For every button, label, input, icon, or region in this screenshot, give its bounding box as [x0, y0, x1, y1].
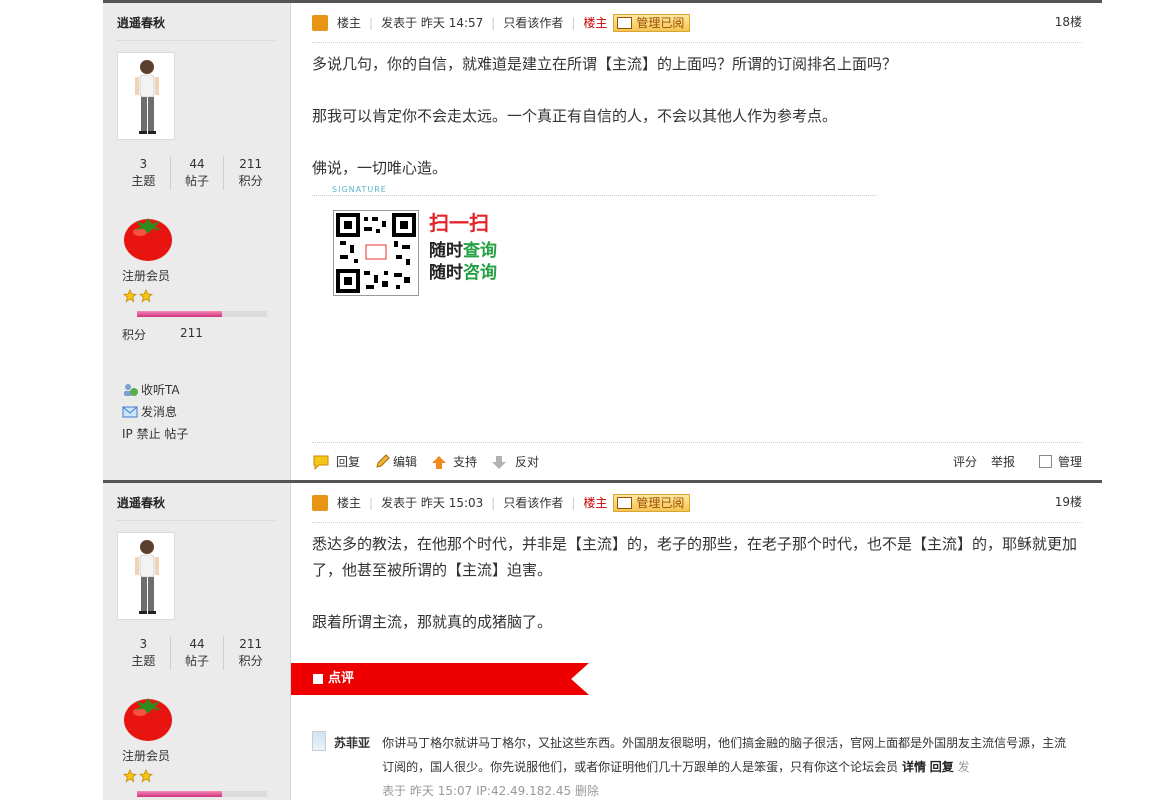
author-stats: 3 主题 44 帖子 211 积分	[117, 156, 277, 190]
post-header: 楼主 | 发表于 昨天 14:57 | 只看该作者 | 楼主 管理已阅 18楼	[312, 3, 1082, 43]
author-name[interactable]: 逍遥春秋	[117, 3, 276, 41]
support-button[interactable]: 支持	[431, 453, 477, 470]
reply-button[interactable]: 回复	[312, 453, 360, 470]
thread: 逍遥春秋 3 主题 44 帖子 211 积分 注册会员 积分 211 收听TA …	[103, 0, 1102, 800]
qr-code-image	[333, 210, 419, 296]
follow-icon	[124, 384, 138, 396]
badge-icon	[617, 496, 633, 509]
only-author-link[interactable]: 只看该作者	[503, 494, 563, 511]
message-link[interactable]: 发消息	[122, 401, 276, 423]
admin-read-badge: 管理已阅	[613, 13, 691, 32]
stat-posts[interactable]: 44 帖子	[171, 156, 225, 190]
square-icon	[313, 674, 323, 684]
level-stars	[123, 769, 276, 783]
star-icon	[139, 289, 153, 303]
post-content: 多说几句，你的自信，就难道是建立在所谓【主流】的上面吗？所谓的订阅排名上面吗？ …	[312, 55, 898, 177]
stat-topics[interactable]: 3 主题	[117, 156, 171, 190]
stat-posts[interactable]: 44 帖子	[171, 636, 225, 670]
floor-number[interactable]: 18楼	[1055, 13, 1082, 30]
pencil-icon	[376, 453, 390, 468]
tomato-icon	[122, 690, 174, 742]
report-link[interactable]: 举报	[991, 453, 1015, 470]
manage-checkbox[interactable]: 管理	[1038, 453, 1082, 470]
author-name[interactable]: 逍遥春秋	[117, 483, 276, 521]
qr-signature: 扫一扫 随时查询 随时咨询	[333, 210, 1082, 296]
comment-section-header: 点评	[291, 663, 589, 695]
commenter-name[interactable]: 苏菲亚	[334, 734, 382, 803]
tomato-icon	[122, 210, 174, 262]
author-actions: 收听TA 发消息 IP 禁止 帖子	[122, 379, 276, 445]
only-author-link[interactable]: 只看该作者	[503, 14, 563, 31]
post-content: 悉达多的教法，在他那个时代，并非是【主流】的，老子的那些，在老子那个时代，也不是…	[312, 535, 1078, 631]
star-icon	[123, 769, 137, 783]
avatar[interactable]	[117, 52, 175, 140]
oppose-button[interactable]: 反对	[491, 453, 539, 470]
mail-icon	[122, 406, 138, 418]
author-stats: 3 主题 44 帖子 211 积分	[117, 636, 277, 670]
floor-number[interactable]: 19楼	[1055, 493, 1082, 510]
comment-delete-link[interactable]: 删除	[575, 784, 599, 798]
thumb-up-arrow-icon	[432, 455, 447, 469]
badge-icon	[617, 16, 633, 29]
level-progress	[137, 311, 267, 317]
post-body: 楼主 | 发表于 昨天 15:03 | 只看该作者 | 楼主 管理已阅 19楼 …	[291, 483, 1102, 800]
stat-credits[interactable]: 211 积分	[224, 636, 277, 670]
author-sidebar: 逍遥春秋 3 主题 44 帖子 211 积分	[103, 3, 291, 480]
comment-reply-link[interactable]: 回复	[930, 760, 954, 774]
post-footer: 回复 编辑 支持 反对 评分 举报 管理	[312, 442, 1082, 480]
comment-detail-link[interactable]: 详情	[902, 760, 926, 774]
star-icon	[139, 769, 153, 783]
edit-button[interactable]: 编辑	[374, 453, 417, 470]
credit-row: 积分 211	[122, 326, 203, 342]
commenter-avatar[interactable]	[312, 731, 327, 751]
qr-caption: 扫一扫 随时查询 随时咨询	[429, 211, 497, 283]
level-stars	[123, 289, 276, 303]
post-body: 楼主 | 发表于 昨天 14:57 | 只看该作者 | 楼主 管理已阅 18楼 …	[291, 3, 1102, 480]
post-18: 逍遥春秋 3 主题 44 帖子 211 积分 注册会员 积分 211 收听TA …	[103, 0, 1102, 480]
author-sidebar: 逍遥春秋 3 主题 44 帖子 211 积分	[103, 483, 291, 800]
user-group[interactable]: 注册会员	[122, 747, 276, 764]
comment-item: 苏菲亚 你讲马丁格尔就讲马丁格尔，又扯这些东西。外国朋友很聪明，他们搞金融的脑子…	[312, 731, 1077, 803]
comment-text: 你讲马丁格尔就讲马丁格尔，又扯这些东西。外国朋友很聪明，他们搞金融的脑子很活，官…	[382, 736, 1067, 798]
reply-icon	[313, 455, 329, 470]
follow-link[interactable]: 收听TA	[122, 379, 276, 401]
stat-credits[interactable]: 211 积分	[224, 156, 277, 190]
star-icon	[123, 289, 137, 303]
admin-read-badge: 管理已阅	[613, 493, 691, 512]
down-arrow-icon	[492, 455, 507, 469]
ban-links[interactable]: IP 禁止 帖子	[122, 423, 276, 445]
user-group[interactable]: 注册会员	[122, 267, 276, 284]
level-progress	[137, 791, 267, 797]
user-icon	[312, 494, 328, 511]
avatar[interactable]	[117, 532, 175, 620]
rate-link[interactable]: 评分	[953, 453, 977, 470]
post-19: 逍遥春秋 3 主题 44 帖子 211 积分 注册会员 楼主 | 发表于 昨天 …	[103, 480, 1102, 800]
signature-divider: SIGNATURE	[312, 185, 877, 196]
user-icon	[312, 14, 328, 31]
post-header: 楼主 | 发表于 昨天 15:03 | 只看该作者 | 楼主 管理已阅 19楼	[312, 483, 1082, 523]
stat-topics[interactable]: 3 主题	[117, 636, 171, 670]
